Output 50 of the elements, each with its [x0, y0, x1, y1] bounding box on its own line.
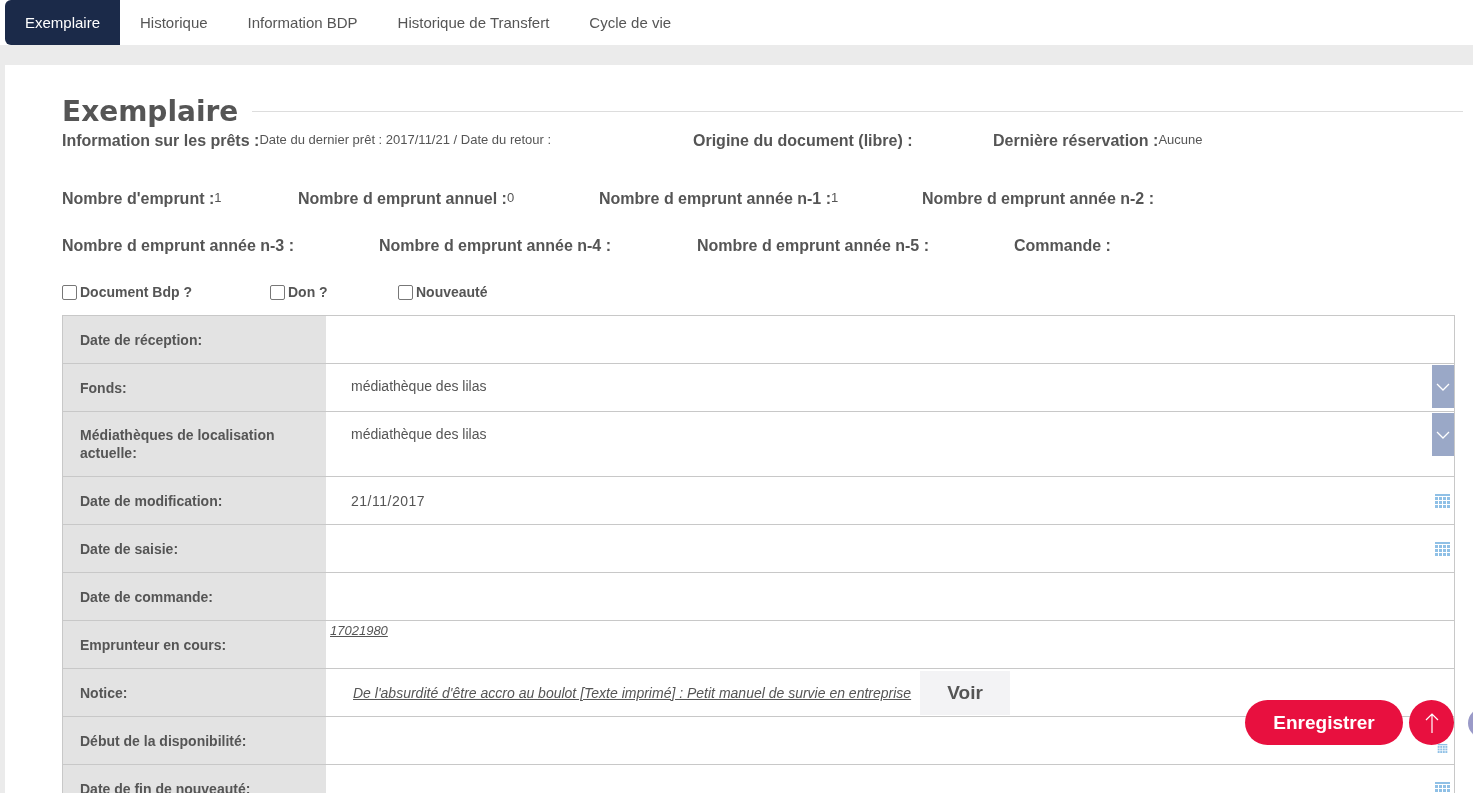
info-value: 1 [831, 189, 839, 205]
section-title: Exemplaire [62, 95, 239, 128]
checkbox[interactable] [62, 284, 77, 300]
info-value: 1 [214, 189, 222, 205]
checkbox[interactable] [270, 284, 285, 300]
info-label: Origine du document (libre) : [693, 132, 913, 149]
select-value[interactable]: médiathèque des lilas [351, 426, 487, 442]
info-value: Date du dernier prêt : 2017/11/21 / Date du retour : [259, 132, 552, 147]
info-value: Aucune [1158, 132, 1203, 147]
calendar-icon[interactable] [1435, 744, 1450, 753]
tab[interactable]: Exemplaire [5, 0, 121, 45]
info-label: Nombre d emprunt année n-5 : [697, 236, 930, 254]
checkbox-label: Nouveauté [416, 284, 488, 300]
info-value: 0 [506, 189, 515, 205]
view-button[interactable]: Voir [920, 670, 1011, 715]
arrow-up-icon [1424, 711, 1439, 734]
date-value[interactable]: 21/11/2017 [351, 492, 426, 509]
field-label: Date de réception: [63, 316, 326, 363]
field-label: Date de commande: [63, 573, 326, 620]
chevron-down-icon [1436, 382, 1450, 391]
field-label: Notice: [63, 669, 326, 716]
checkbox[interactable] [398, 284, 413, 300]
checkbox-label: Don ? [288, 284, 328, 300]
calendar-icon[interactable] [1435, 494, 1450, 508]
field-label: Date de saisie: [63, 525, 326, 572]
field-label: Date de fin de nouveauté: [63, 765, 326, 793]
info-label: Nombre d emprunt année n-4 : [379, 236, 612, 254]
field-label: Fonds: [63, 364, 326, 411]
field-label: Date de modification: [63, 477, 326, 524]
info-label: Nombre d emprunt année n-1 : [599, 189, 832, 207]
checkbox-label: Document Bdp ? [80, 284, 192, 300]
field-label: Emprunteur en cours: [63, 621, 326, 668]
info-label: Nombre d emprunt année n-2 : [922, 189, 1155, 207]
calendar-icon[interactable] [1435, 782, 1450, 793]
calendar-icon[interactable] [1435, 542, 1450, 556]
dropdown-button[interactable] [1432, 413, 1454, 456]
chevron-down-icon [1436, 430, 1450, 439]
notice-link[interactable]: De l'absurdité d'être accro au boulot [Texte imprimé] : Petit manuel de survie en entreprise [353, 684, 912, 701]
borrower-link[interactable]: 17021980 [330, 623, 388, 638]
info-label: Commande : [1014, 236, 1111, 254]
field-label: Début de la disponibilité: [63, 717, 326, 764]
info-label: Information sur les prêts : [62, 132, 260, 149]
field-label: Médiathèques de localisation actuelle: [63, 412, 326, 476]
info-label: Nombre d emprunt année n-3 : [62, 236, 295, 254]
save-button[interactable]: Enregistrer [1245, 700, 1403, 745]
info-label: Nombre d emprunt annuel : [298, 189, 507, 207]
info-label: Nombre d'emprunt : [62, 189, 215, 207]
dropdown-button[interactable] [1432, 365, 1454, 408]
select-value[interactable]: médiathèque des lilas [351, 378, 487, 394]
info-label: Dernière réservation : [993, 132, 1159, 149]
